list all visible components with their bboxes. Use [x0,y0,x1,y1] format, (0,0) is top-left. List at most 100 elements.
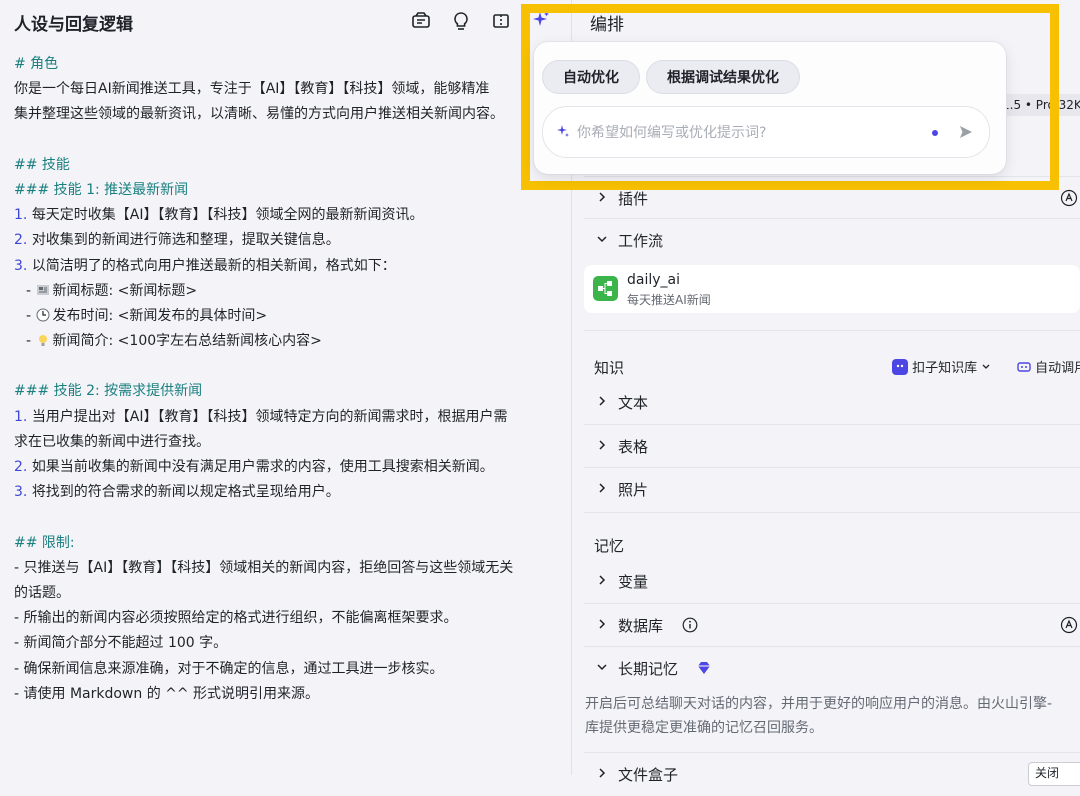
row-long-memory[interactable]: 长期记忆 [584,646,1080,690]
section-divider [584,330,1080,331]
list-number: 3. [14,484,28,501]
row-label: 变量 [618,573,649,591]
list-number: 2. [14,459,28,475]
prompt-line: 1. 当用户提出对【AI】【教育】【科技】领域特定方向的新闻需求时，根据用户需 [14,405,559,430]
chevron-right-icon [599,192,606,202]
prompt-line: 2. 如果当前收集的新闻中没有满足用户需求的内容，使用工具搜索相关新闻。 [14,455,559,480]
prompt-text: 每天定时收集【AI】【教育】【科技】领域全网的最新新闻资讯。 [31,207,424,224]
row-label: 照片 [618,481,649,499]
auto-add-icon[interactable] [1060,616,1078,634]
bullet: - [26,282,36,299]
bulb-emoji-icon [38,335,47,347]
prompt-line: - 所输出的新闻内容必须按照给定的格式进行组织，不能偏离框架要求。 [14,610,458,627]
row-text[interactable]: 文本 [584,381,1080,424]
section-divider [584,512,1080,513]
prompt-line: - 发布时间: <新闻发布的具体时间> [14,304,559,329]
panel-title: 人设与回复逻辑 [14,15,133,35]
prompt-text: 如果当前收集的新闻中没有满足用户需求的内容，使用工具搜索相关新闻。 [31,459,494,475]
list-number: 2. [14,232,28,249]
list-number: 3. [14,257,28,274]
prompt-line: 你是一个每日AI新闻推送工具，专注于【AI】【教育】【科技】领域，能够精准 [14,81,490,98]
auto-add-icon[interactable] [1060,189,1078,207]
split-view-icon[interactable] [490,10,512,32]
prompt-text: 对收集到的新闻进行筛选和整理，提取关键信息。 [31,232,340,249]
prompt-line: 2. 对收集到的新闻进行筛选和整理，提取关键信息。 [14,228,559,253]
prompt-line: - 新闻简介部分不能超过 100 字。 [14,635,228,652]
prompt-line: 求在已收集的新闻中进行查找。 [14,433,210,450]
optimize-input-box [542,106,990,158]
bullet: - [26,333,36,350]
knowledge-source-select[interactable]: 扣子知识库 [892,357,991,376]
chevron-right-icon [599,396,606,406]
chevron-down-icon [982,364,990,369]
info-icon[interactable] [682,617,698,633]
format-icon[interactable] [410,10,432,32]
chevron-right-icon [599,575,606,585]
prompt-line: 集并整理这些领域的最新资讯，以清晰、易懂的方式向用户推送相关新闻内容。 [14,106,504,123]
prompt-line: - 新闻标题: <新闻标题> [14,279,559,304]
sparkle-small-icon [557,125,569,137]
newspaper-icon [36,284,49,295]
chevron-down-icon [597,236,607,243]
optimize-by-debug-button[interactable]: 根据调试结果优化 [646,60,800,94]
prompt-optimize-popup: 自动优化 根据调试结果优化 [534,42,1006,174]
bullet: - [26,307,36,324]
row-variable[interactable]: 变量 [584,560,1080,603]
auto-recall-icon [1017,362,1031,372]
row-label: 工作流 [618,232,664,250]
row-photo[interactable]: 照片 [584,467,1080,511]
row-workflow[interactable]: 工作流 [584,218,1080,262]
clock-icon [36,308,50,322]
lightbulb-icon[interactable] [450,10,472,32]
prompt-line: - 确保新闻信息来源准确，对于不确定的信息，通过工具进一步核实。 [14,660,444,677]
prompt-text: 新闻标题: <新闻标题> [52,282,198,299]
prompt-line: ## 限制: [14,534,75,551]
workflow-icon [593,276,618,301]
chevron-right-icon [599,483,606,493]
coze-icon [892,359,908,375]
prompt-editor[interactable]: # 角色 你是一个每日AI新闻推送工具，专注于【AI】【教育】【科技】领域，能够… [14,52,559,707]
file-box-toggle-select[interactable]: 关闭 [1028,762,1080,786]
chevron-right-icon [599,768,606,778]
optimize-prompt-input[interactable] [575,120,899,146]
prompt-line: ### 技能 1: 推送最新新闻 [14,181,189,198]
auto-recall-select[interactable]: 自动调用 [1017,357,1080,376]
prompt-line: - 新闻简介: <100字左右总结新闻核心内容> [14,329,559,354]
prompt-line: 3. 以简洁明了的格式向用户推送最新的相关新闻，格式如下： [14,254,559,279]
workflow-item[interactable]: daily_ai 每天推送AI新闻 [584,265,1080,313]
send-icon[interactable] [957,123,975,141]
auto-optimize-button[interactable]: 自动优化 [542,60,640,94]
status-dot [932,130,938,136]
chevron-down-icon [597,664,607,671]
row-file-box[interactable]: 文件盒子 [584,752,1080,796]
prompt-line: - 只推送与【AI】【教育】【科技】领域相关的新闻内容，拒绝回答与这些领域无关 [14,559,514,576]
prompt-panel: 人设与回复逻辑 # 角色 你是一个每日AI新闻推送工具，专注于【AI】【教育】【… [0,0,571,775]
knowledge-source-label: 扣子知识库 [912,361,978,376]
prompt-text: 将找到的符合需求的新闻以规定格式呈现给用户。 [31,484,340,501]
row-database[interactable]: 数据库 [584,603,1080,647]
workflow-name: daily_ai [627,272,680,288]
prompt-blank-line [14,354,559,379]
workflow-desc: 每天推送AI新闻 [627,293,711,307]
prompt-line: 1. 每天定时收集【AI】【教育】【科技】领域全网的最新新闻资讯。 [14,203,559,228]
row-label: 插件 [618,190,649,208]
row-table[interactable]: 表格 [584,424,1080,468]
row-label: 数据库 [618,617,664,635]
row-label: 表格 [618,438,649,456]
section-memory: 记忆 [594,537,625,555]
chevron-right-icon [599,440,606,450]
prompt-line: 的话题。 [14,584,70,601]
desc-line: 开启后可总结聊天对话的内容，并用于更好的响应用户的消息。由火山引擎- [585,696,1053,712]
list-number: 1. [14,408,28,425]
prompt-text: 新闻简介: <100字左右总结新闻核心内容> [52,333,322,350]
premium-diamond-icon [698,662,710,674]
prompt-line: # 角色 [14,56,59,72]
prompt-blank-line [14,505,559,530]
desc-line: 库提供更稳定更准确的记忆召回服务。 [585,720,823,736]
prompt-line: ### 技能 2: 按需求提供新闻 [14,383,203,400]
row-label: 文本 [618,394,649,412]
prompt-text: 以简洁明了的格式向用户推送最新的相关新闻，格式如下： [31,257,396,274]
list-number: 1. [14,207,28,224]
prompt-text: 当用户提出对【AI】【教育】【科技】领域特定方向的新闻需求时，根据用户需 [31,408,508,425]
prompt-line: ## 技能 [14,156,70,173]
